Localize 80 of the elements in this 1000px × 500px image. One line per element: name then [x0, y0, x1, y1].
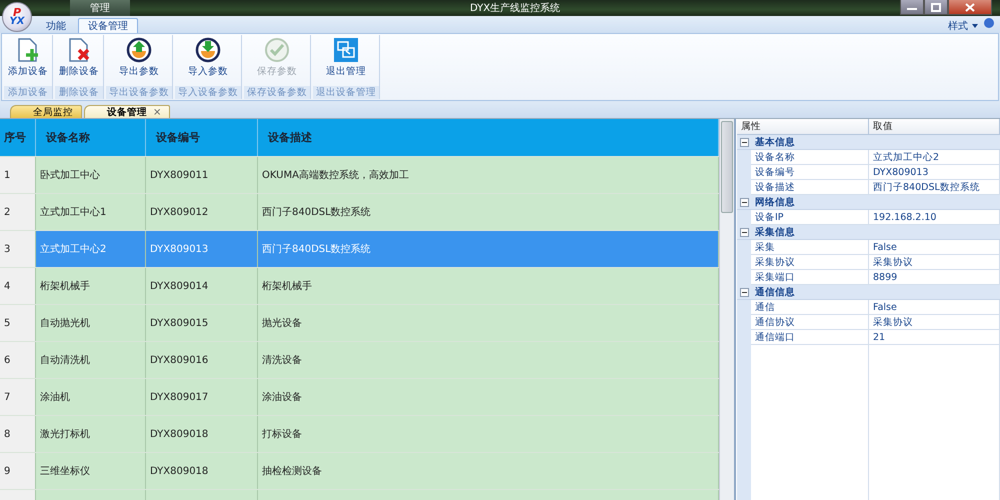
- close-icon[interactable]: ×: [153, 106, 162, 118]
- collapse-icon[interactable]: [740, 228, 749, 236]
- ribbon-button[interactable]: 导入参数: [175, 35, 241, 86]
- table-row[interactable]: 2 立式加工中心1 DYX809012 西门子840DSL数控系统: [0, 193, 719, 230]
- style-menu[interactable]: 样式: [946, 18, 980, 33]
- table-cell: DYX809018: [146, 453, 258, 489]
- collapse-icon[interactable]: [740, 198, 749, 206]
- maximize-button[interactable]: [924, 0, 948, 15]
- exit-window-icon: [333, 37, 359, 63]
- ribbon-button[interactable]: 导出参数: [106, 35, 172, 86]
- table-row[interactable]: 1 卧式加工中心 DYX809011 OKUMA高端数控系统，高效加工: [0, 156, 719, 193]
- help-icon[interactable]: [984, 18, 994, 28]
- ribbon-button[interactable]: 添加设备: [4, 35, 52, 86]
- row-number: 7: [0, 379, 36, 415]
- document-tab[interactable]: 全局监控: [10, 105, 82, 118]
- property-name: 设备描述: [751, 180, 869, 194]
- table-cell: 三维坐标仪: [36, 453, 146, 489]
- caret-icon: [972, 24, 978, 28]
- property-value[interactable]: 192.168.2.10: [869, 210, 1000, 224]
- table-row[interactable]: 4 桁架机械手 DYX809014 桁架机械手: [0, 267, 719, 304]
- property-value[interactable]: 采集协议: [869, 255, 1000, 269]
- table-row[interactable]: 7 涂油机 DYX809017 涂油设备: [0, 378, 719, 415]
- property-value[interactable]: 采集协议: [869, 315, 1000, 329]
- document-tab[interactable]: 设备管理 ×: [84, 105, 170, 118]
- table-row[interactable]: 3 立式加工中心2 DYX809013 西门子840DSL数控系统: [0, 230, 719, 267]
- group-label: 导入设备参数: [175, 86, 241, 99]
- ribbon-button[interactable]: 删除设备: [55, 35, 103, 86]
- collapse-icon[interactable]: [740, 288, 749, 296]
- minimize-button[interactable]: [900, 0, 924, 15]
- property-name: 设备IP: [751, 210, 869, 224]
- maximize-icon: [931, 2, 941, 12]
- property-value[interactable]: DYX809013: [869, 165, 1000, 179]
- group-label: 保存设备参数: [244, 86, 310, 99]
- table-row[interactable]: 9 三维坐标仪 DYX809018 抽检检测设备: [0, 452, 719, 489]
- ribbon-tab[interactable]: 功能: [36, 18, 76, 33]
- property-name: 采集协议: [751, 255, 869, 269]
- row-number: 1: [0, 157, 36, 193]
- row-number: 9: [0, 453, 36, 489]
- group-label: 导出设备参数: [106, 86, 172, 99]
- table-row[interactable]: 8 激光打标机 DYX809018 打标设备: [0, 415, 719, 452]
- group-label: 删除设备: [55, 86, 103, 99]
- category-label: 基本信息: [755, 136, 795, 148]
- ribbon-button[interactable]: 退出管理: [313, 35, 379, 86]
- check-circle-icon: [264, 37, 290, 63]
- row-number: 2: [0, 194, 36, 230]
- property-value[interactable]: False: [869, 240, 1000, 254]
- row-number: 4: [0, 268, 36, 304]
- category-label: 通信信息: [755, 286, 795, 298]
- group-label: 添加设备: [4, 86, 52, 99]
- row-number: 6: [0, 342, 36, 378]
- close-button[interactable]: [948, 0, 992, 15]
- property-name: 采集端口: [751, 270, 869, 284]
- table-row[interactable]: 6 自动清洗机 DYX809016 清洗设备: [0, 341, 719, 378]
- context-tab-label: 管理: [70, 0, 130, 16]
- row-number: 3: [0, 231, 36, 267]
- property-name: 采集: [751, 240, 869, 254]
- group-label: 退出设备管理: [313, 86, 379, 99]
- row-number: 8: [0, 416, 36, 452]
- ribbon-tab[interactable]: 设备管理: [78, 18, 138, 33]
- row-number: 5: [0, 305, 36, 341]
- close-icon: [965, 2, 975, 12]
- category-label: 采集信息: [755, 226, 795, 238]
- property-name: 通信端口: [751, 330, 869, 344]
- property-value[interactable]: False: [869, 300, 1000, 314]
- property-value[interactable]: 21: [869, 330, 1000, 344]
- scrollbar[interactable]: [719, 119, 734, 500]
- collapse-icon[interactable]: [740, 138, 749, 146]
- property-name: 通信: [751, 300, 869, 314]
- property-name: 设备名称: [751, 150, 869, 164]
- property-value[interactable]: 立式加工中心2: [869, 150, 1000, 164]
- window-title: DYX生产线监控系统: [470, 2, 560, 15]
- column-header: 取值: [869, 119, 1000, 134]
- column-header: 属性: [737, 119, 869, 134]
- property-name: 设备编号: [751, 165, 869, 179]
- property-value[interactable]: 8899: [869, 270, 1000, 284]
- property-value[interactable]: 西门子840DSL数控系统: [869, 180, 1000, 194]
- table-row[interactable]: 5 自动抛光机 DYX809015 抛光设备: [0, 304, 719, 341]
- property-name: 通信协议: [751, 315, 869, 329]
- app-logo[interactable]: P YX: [2, 2, 32, 32]
- category-label: 网络信息: [755, 196, 795, 208]
